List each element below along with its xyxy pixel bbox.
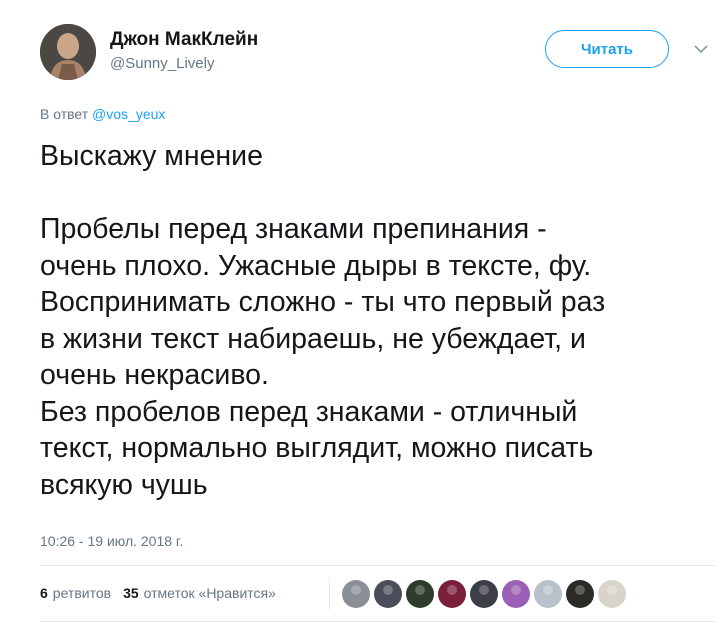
user-handle[interactable]: @Sunny_Lively bbox=[110, 55, 214, 72]
retweets-stat[interactable]: 6 ретвитов bbox=[40, 585, 111, 601]
liker-avatar-8[interactable] bbox=[566, 580, 594, 608]
likes-label: отметок «Нравится» bbox=[143, 585, 276, 601]
liker-avatar-2[interactable] bbox=[374, 580, 402, 608]
stats-top-divider bbox=[40, 565, 716, 566]
likes-count: 35 bbox=[123, 585, 139, 601]
liker-avatar-6[interactable] bbox=[502, 580, 530, 608]
liker-avatar-3[interactable] bbox=[406, 580, 434, 608]
tweet-line: всякую чушь bbox=[40, 468, 208, 501]
tweet-line: Без пробелов перед знаками - отличный bbox=[40, 395, 578, 428]
liker-avatar-7[interactable] bbox=[534, 580, 562, 608]
liker-avatar-4[interactable] bbox=[438, 580, 466, 608]
user-avatar[interactable] bbox=[40, 24, 96, 80]
reply-to-link[interactable]: @vos_yeux bbox=[92, 106, 165, 122]
tweet-line: очень плохо. Ужасные дыры в тексте, фу. bbox=[40, 249, 592, 282]
liker-avatar-1[interactable] bbox=[342, 580, 370, 608]
retweets-label: ретвитов bbox=[52, 585, 112, 601]
reply-prefix: В ответ bbox=[40, 106, 89, 122]
likes-stat[interactable]: 35 отметок «Нравится» bbox=[123, 585, 276, 601]
follow-button[interactable]: Читать bbox=[545, 30, 669, 68]
tweet-timestamp[interactable]: 10:26 - 19 июл. 2018 г. bbox=[40, 533, 183, 549]
reply-context: В ответ @vos_yeux bbox=[40, 106, 165, 122]
retweets-count: 6 bbox=[40, 585, 48, 601]
stats-bottom-divider bbox=[40, 621, 716, 622]
tweet-text: Выскажу мнение Пробелы перед знаками пре… bbox=[40, 138, 716, 503]
liker-avatar-5[interactable] bbox=[470, 580, 498, 608]
user-display-name[interactable]: Джон МакКлейн bbox=[110, 29, 258, 51]
chevron-down-icon[interactable] bbox=[692, 40, 710, 58]
liker-avatar-9[interactable] bbox=[598, 580, 626, 608]
tweet-line: очень некрасиво. bbox=[40, 359, 269, 391]
liker-avatars bbox=[342, 580, 630, 608]
tweet-line: в жизни текст набираешь, не убеждает, и bbox=[40, 322, 586, 355]
tweet-line bbox=[40, 175, 716, 212]
tweet-line: Пробелы перед знаками препинания - bbox=[40, 213, 547, 245]
tweet-line: Воспринимать сложно - ты что первый раз bbox=[40, 286, 606, 318]
tweet-line: Выскажу мнение bbox=[40, 140, 263, 172]
stats-separator bbox=[329, 578, 330, 610]
tweet-line: текст, нормально выглядит, можно писать bbox=[40, 432, 594, 464]
tweet-stats: 6 ретвитов 35 отметок «Нравится» bbox=[40, 585, 276, 601]
